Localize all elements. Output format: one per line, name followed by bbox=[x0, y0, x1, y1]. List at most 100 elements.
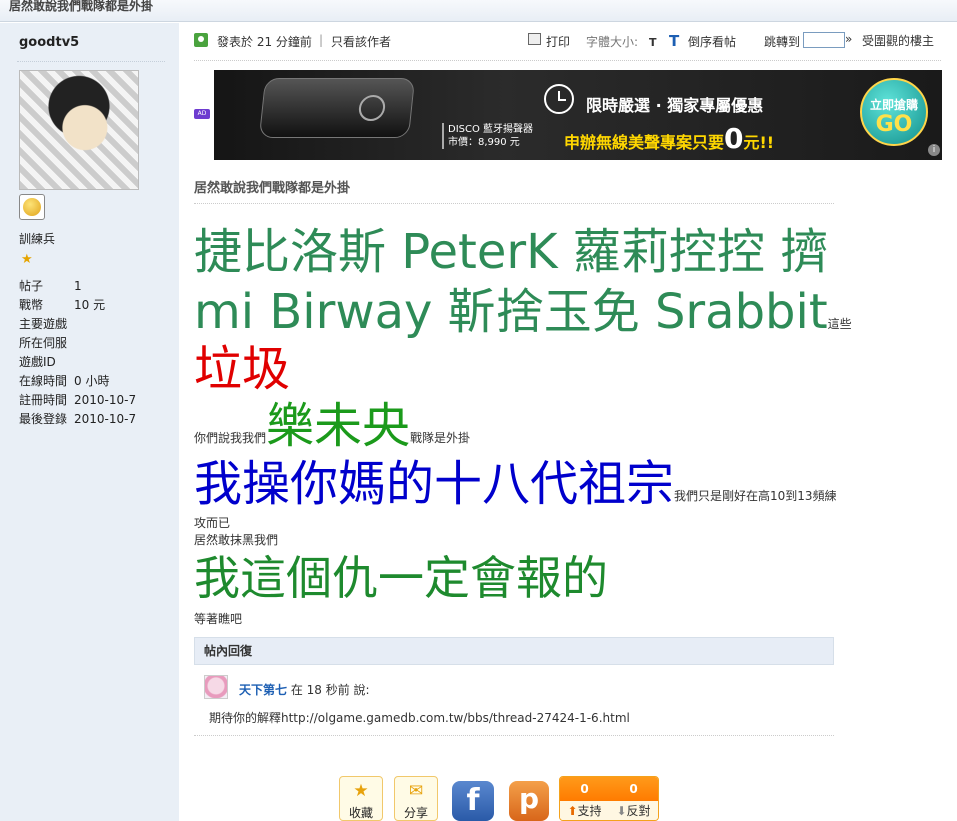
post-line-9: 等著瞧吧 bbox=[194, 612, 243, 626]
facebook-share-icon[interactable]: f bbox=[452, 781, 494, 821]
printer-icon[interactable] bbox=[528, 33, 541, 45]
info-row-online-time: 在線時間 0 小時 bbox=[19, 372, 136, 391]
info-label: 遊戲ID bbox=[19, 355, 56, 369]
ad-offer-prefix: 申辦無線美聲專案只要 bbox=[564, 133, 725, 152]
post-status-icon bbox=[194, 33, 208, 47]
oppose-button[interactable]: ⬇反對 bbox=[609, 801, 658, 820]
speaker-product-image bbox=[258, 78, 416, 138]
plurk-share-icon[interactable]: p bbox=[509, 781, 549, 821]
thread-starter-badge: 受圍觀的樓主 bbox=[862, 34, 935, 48]
reply-body[interactable]: 期待你的解釋http://olgame.gamedb.com.tw/bbs/th… bbox=[209, 709, 630, 726]
jump-floor-input[interactable] bbox=[803, 32, 845, 48]
info-row-server: 所在伺服 bbox=[19, 334, 136, 353]
author-sidebar: goodtv5 訓練兵 ★ 帖子 1 戰幣 10 元 主要遊戲 所在伺服 遊戲ID … bbox=[0, 23, 179, 821]
post-line-6: 攻而已 bbox=[194, 516, 231, 530]
ad-go-button[interactable]: 立即搶購 GO bbox=[860, 78, 928, 146]
ad-offer: 申辦無線美聲專案只要0元!! bbox=[564, 122, 774, 155]
support-count: 0 bbox=[580, 782, 589, 796]
author-rank: 訓練兵 bbox=[19, 232, 56, 246]
post-line-5-big: 我操你媽的十八代祖宗 bbox=[194, 456, 675, 512]
meta-separator: | bbox=[319, 33, 324, 47]
ad-banner[interactable]: DISCO 藍牙揚聲器 市價：8,990 元 限時嚴選 · 獨家專屬優惠 申辦無… bbox=[214, 70, 942, 160]
info-label: 所在伺服 bbox=[19, 336, 68, 350]
support-label: 支持 bbox=[577, 804, 602, 818]
favorite-star-icon: ★ bbox=[353, 781, 369, 801]
post-line-2: mi Birway 靳捨玉免 Srabbit這些 bbox=[194, 272, 852, 342]
info-label: 註冊時間 bbox=[19, 393, 68, 407]
reverse-order-link[interactable]: 倒序看帖 bbox=[688, 33, 736, 50]
ad-headline: 限時嚴選 · 獨家專屬優惠 bbox=[586, 96, 764, 115]
posted-time: 發表於 21 分鐘前 bbox=[217, 35, 312, 49]
ad-label-icon: AD bbox=[194, 109, 210, 119]
post-line-2-small: 這些 bbox=[827, 317, 852, 331]
reply-meta: 天下第七 在 18 秒前 說: bbox=[239, 681, 370, 698]
reply-avatar[interactable] bbox=[204, 675, 228, 699]
info-label: 帖子 bbox=[19, 279, 44, 293]
ad-offer-zero: 0 bbox=[724, 122, 744, 155]
clock-icon bbox=[544, 84, 574, 114]
share-label: 分享 bbox=[403, 806, 428, 820]
page-title: 居然敢說我們戰隊都是外掛 bbox=[0, 0, 957, 22]
info-row-game-id: 遊戲ID bbox=[19, 353, 136, 372]
favorite-label: 收藏 bbox=[348, 806, 373, 820]
reply-section-header: 帖內回復 bbox=[194, 637, 834, 665]
vote-box: 0 0 ⬆支持 ⬇反對 bbox=[559, 776, 659, 821]
info-label: 主要遊戲 bbox=[19, 317, 68, 331]
vote-counts: 0 0 bbox=[560, 777, 658, 801]
info-value: 1 bbox=[74, 279, 82, 293]
print-link[interactable]: 打印 bbox=[546, 33, 570, 50]
support-arrow-icon: ⬆ bbox=[567, 804, 578, 818]
favorite-button[interactable]: ★ 收藏 bbox=[339, 776, 383, 821]
share-button[interactable]: ✉ 分享 bbox=[394, 776, 438, 821]
rank-star-icon: ★ bbox=[21, 252, 33, 267]
info-row-coins: 戰幣 10 元 bbox=[19, 296, 136, 315]
ad-offer-suffix: 元!! bbox=[743, 133, 775, 152]
info-value: 2010-10-7 bbox=[74, 412, 137, 426]
ad-go-sub: 立即搶購 bbox=[869, 98, 918, 112]
oppose-label: 反對 bbox=[626, 804, 651, 818]
info-row-main-game: 主要遊戲 bbox=[19, 315, 136, 334]
ad-go-main: GO bbox=[875, 112, 913, 137]
info-label: 最後登錄 bbox=[19, 412, 68, 426]
author-avatar[interactable] bbox=[19, 70, 139, 190]
post-line-5-small: 我們只是剛好在高10到13頻練 bbox=[674, 489, 837, 503]
title-divider bbox=[194, 203, 834, 204]
post-line-4-post: 戰隊是外掛 bbox=[410, 431, 471, 445]
vote-buttons: ⬆支持 ⬇反對 bbox=[560, 801, 658, 820]
ad-product-price: 市價：8,990 元 bbox=[448, 137, 520, 148]
post-meta-bar: 發表於 21 分鐘前 | 只看該作者 打印 字體大小: T T 倒序看帖 跳轉到… bbox=[194, 31, 941, 50]
post-line-5: 我操你媽的十八代祖宗我們只是剛好在高10到13頻練 bbox=[194, 444, 837, 514]
ad-info-icon[interactable]: i bbox=[928, 144, 940, 156]
info-label: 戰幣 bbox=[19, 298, 44, 312]
sidebar-divider bbox=[17, 61, 165, 62]
support-button[interactable]: ⬆支持 bbox=[560, 801, 609, 820]
mood-face-icon bbox=[19, 194, 45, 220]
oppose-arrow-icon: ⬇ bbox=[616, 804, 627, 818]
info-label: 在線時間 bbox=[19, 374, 68, 388]
post-line-8: 我這個仇一定會報的 bbox=[194, 551, 608, 605]
post-line-4-pre: 你們說我我們 bbox=[194, 431, 267, 445]
info-row-posts: 帖子 1 bbox=[19, 277, 136, 296]
post-title: 居然敢說我們戰隊都是外掛 bbox=[194, 181, 351, 196]
oppose-count: 0 bbox=[629, 782, 638, 796]
info-row-last-login: 最後登錄 2010-10-7 bbox=[19, 410, 136, 429]
share-envelope-icon: ✉ bbox=[408, 781, 424, 801]
author-info: 帖子 1 戰幣 10 元 主要遊戲 所在伺服 遊戲ID 在線時間 0 小時 註冊時間 2… bbox=[19, 277, 136, 429]
author-username[interactable]: goodtv5 bbox=[19, 35, 79, 50]
author-only-link[interactable]: 只看該作者 bbox=[331, 33, 391, 50]
info-value: 10 元 bbox=[74, 298, 106, 312]
info-row-register-time: 註冊時間 2010-10-7 bbox=[19, 391, 136, 410]
reply-divider bbox=[194, 735, 834, 736]
font-size-label: 字體大小: bbox=[586, 35, 639, 49]
ad-product-text: DISCO 藍牙揚聲器 市價：8,990 元 bbox=[442, 123, 533, 149]
jump-to-label: 跳轉到 bbox=[764, 35, 801, 49]
reply-username[interactable]: 天下第七 bbox=[239, 683, 287, 697]
font-small-button[interactable]: T bbox=[649, 36, 657, 49]
info-value: 0 小時 bbox=[74, 374, 110, 388]
reply-time: 在 18 秒前 說: bbox=[287, 683, 370, 697]
info-value: 2010-10-7 bbox=[74, 393, 137, 407]
jump-go-button[interactable]: » bbox=[845, 32, 852, 46]
font-large-button[interactable]: T bbox=[669, 32, 679, 50]
meta-divider bbox=[194, 60, 941, 61]
ad-product-name: DISCO 藍牙揚聲器 bbox=[448, 124, 534, 135]
